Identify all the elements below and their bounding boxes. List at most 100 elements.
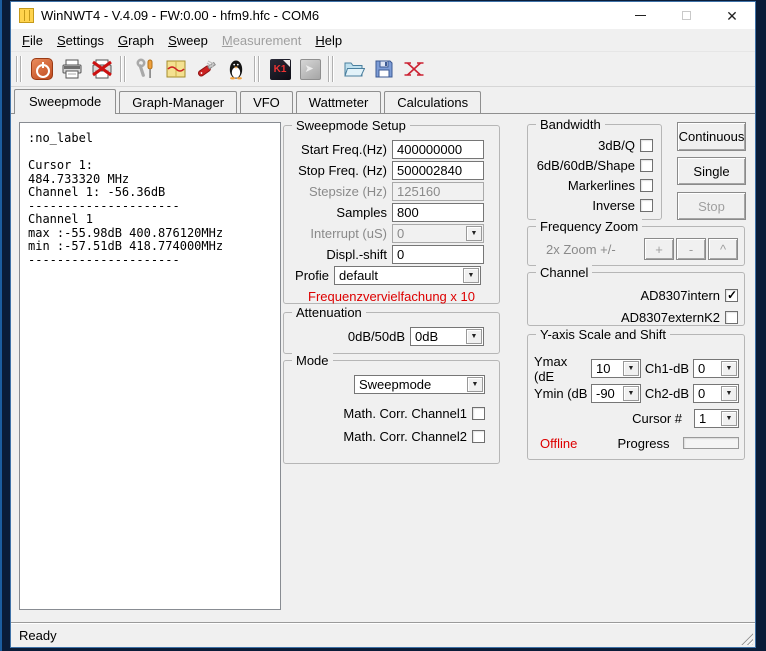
interrupt-label: Interrupt (uS) <box>290 226 392 241</box>
ch1-db-label: Ch1-dB <box>641 361 693 376</box>
penguin-icon <box>225 58 247 80</box>
options-button[interactable] <box>131 54 161 84</box>
zoom-2x-label: 2x Zoom +/- <box>546 242 616 257</box>
tab-sweepmode[interactable]: Sweepmode <box>14 89 116 114</box>
chevron-down-icon: ▼ <box>463 268 479 283</box>
calibration-k1-button[interactable]: K1 <box>265 54 295 84</box>
toolbar-handle[interactable] <box>16 56 22 82</box>
menu-settings[interactable]: Settings <box>50 31 111 50</box>
markerlines-checkbox[interactable] <box>640 179 653 192</box>
exit-button[interactable] <box>27 54 57 84</box>
swiss-knife-button[interactable] <box>191 54 221 84</box>
minimize-button[interactable] <box>617 2 663 29</box>
ch1-db-combo[interactable]: 0 ▼ <box>693 359 739 378</box>
offline-status: Offline <box>534 436 604 451</box>
ad8307intern-checkbox[interactable] <box>725 289 738 302</box>
zoom-up-button[interactable]: ^ <box>708 238 738 260</box>
chevron-down-icon: ▼ <box>721 361 737 376</box>
zoom-minus-button[interactable]: - <box>676 238 706 260</box>
attenuation-group: Attenuation 0dB/50dB 0dB ▼ <box>283 312 500 354</box>
print-cancel-button[interactable] <box>87 54 117 84</box>
tab-graph-manager[interactable]: Graph-Manager <box>119 91 237 113</box>
toolbar-handle[interactable] <box>328 56 334 82</box>
profile-combo[interactable]: default ▼ <box>334 266 481 285</box>
print-icon <box>61 58 83 80</box>
displ-shift-input[interactable] <box>392 245 484 264</box>
stop-button: Stop <box>677 192 746 220</box>
ymin-combo[interactable]: -90 ▼ <box>591 384 641 403</box>
stepsize-label: Stepsize (Hz) <box>290 184 392 199</box>
tab-bar: Sweepmode Graph-Manager VFO Wattmeter Ca… <box>11 87 755 113</box>
bandwidth-3db-label: 3dB/Q <box>598 138 635 153</box>
chevron-down-icon: ▼ <box>466 329 482 344</box>
chevron-down-icon: ▼ <box>467 377 483 392</box>
toolbar-handle[interactable] <box>254 56 260 82</box>
calibration-k2-button[interactable] <box>295 54 325 84</box>
group-title: Bandwidth <box>536 117 605 132</box>
close-button[interactable]: ✕ <box>709 2 755 29</box>
bandwidth-3db-checkbox[interactable] <box>640 139 653 152</box>
ch2-db-combo[interactable]: 0 ▼ <box>693 384 739 403</box>
group-title: Sweepmode Setup <box>292 118 410 133</box>
mode-group: Mode Sweepmode ▼ Math. Corr. Channel1 Ma… <box>283 360 500 464</box>
math-corr-ch2-checkbox[interactable] <box>472 430 485 443</box>
yaxis-group: Y-axis Scale and Shift Ymax (dE 10 ▼ Ch1… <box>527 334 745 460</box>
frequency-multiplier-note: Frequenzvervielfachung x 10 <box>284 289 499 304</box>
samples-input[interactable] <box>392 203 484 222</box>
attenuation-combo[interactable]: 0dB ▼ <box>410 327 484 346</box>
math-corr-ch1-checkbox[interactable] <box>472 407 485 420</box>
stop-freq-input[interactable] <box>392 161 484 180</box>
menu-graph[interactable]: Graph <box>111 31 161 50</box>
sweepmode-page: :no_label Cursor 1: 484.733320 MHz Chann… <box>11 113 755 622</box>
tab-vfo[interactable]: VFO <box>240 91 293 113</box>
status-text: Ready <box>19 628 57 643</box>
tab-calculations[interactable]: Calculations <box>384 91 481 113</box>
single-button[interactable]: Single <box>677 157 746 185</box>
start-freq-label: Start Freq.(Hz) <box>290 142 392 157</box>
toolbar-handle[interactable] <box>120 56 126 82</box>
graph-profile-button[interactable] <box>161 54 191 84</box>
zoom-plus-button[interactable]: + <box>644 238 674 260</box>
menu-sweep[interactable]: Sweep <box>161 31 215 50</box>
inverse-checkbox[interactable] <box>640 199 653 212</box>
math-corr-ch1-label: Math. Corr. Channel1 <box>343 406 467 421</box>
chevron-down-icon: ▼ <box>623 386 639 401</box>
k1-book-icon: K1 <box>270 59 291 80</box>
ad8307extern-checkbox[interactable] <box>725 311 738 324</box>
group-title: Channel <box>536 265 592 280</box>
start-freq-input[interactable] <box>392 140 484 159</box>
save-file-button[interactable] <box>369 54 399 84</box>
sweep-x-button[interactable] <box>399 54 429 84</box>
bandwidth-6db-label: 6dB/60dB/Shape <box>537 158 635 173</box>
linux-button[interactable] <box>221 54 251 84</box>
profile-label: Profie <box>290 268 334 283</box>
knife-icon <box>195 58 217 80</box>
open-file-button[interactable] <box>339 54 369 84</box>
ymax-combo[interactable]: 10 ▼ <box>591 359 641 378</box>
maximize-button[interactable] <box>663 2 709 29</box>
menu-help[interactable]: Help <box>308 31 349 50</box>
close-icon: ✕ <box>726 9 738 23</box>
app-icon <box>19 8 34 23</box>
bandwidth-group: Bandwidth 3dB/Q 6dB/60dB/Shape Markerlin… <box>527 124 662 220</box>
mode-combo[interactable]: Sweepmode ▼ <box>354 375 485 394</box>
math-corr-ch2-label: Math. Corr. Channel2 <box>343 429 467 444</box>
statusbar: Ready <box>11 622 755 647</box>
menu-file[interactable]: File <box>15 31 50 50</box>
maximize-icon <box>682 11 691 20</box>
print-button[interactable] <box>57 54 87 84</box>
save-icon <box>373 58 395 80</box>
cursor-number-combo[interactable]: 1 ▼ <box>694 409 739 428</box>
tab-wattmeter[interactable]: Wattmeter <box>296 91 381 113</box>
ad8307extern-label: AD8307externK2 <box>621 310 720 325</box>
bandwidth-6db-checkbox[interactable] <box>640 159 653 172</box>
markerlines-label: Markerlines <box>568 178 635 193</box>
interrupt-combo: 0 ▼ <box>392 224 484 243</box>
resize-grip[interactable] <box>740 632 753 645</box>
ch2-db-label: Ch2-dB <box>641 386 693 401</box>
attenuation-label: 0dB/50dB <box>290 329 410 344</box>
toolbar: K1 <box>11 51 755 87</box>
chevron-down-icon: ▼ <box>721 386 737 401</box>
continuous-button[interactable]: Continuous <box>677 122 746 151</box>
power-icon <box>31 58 53 80</box>
